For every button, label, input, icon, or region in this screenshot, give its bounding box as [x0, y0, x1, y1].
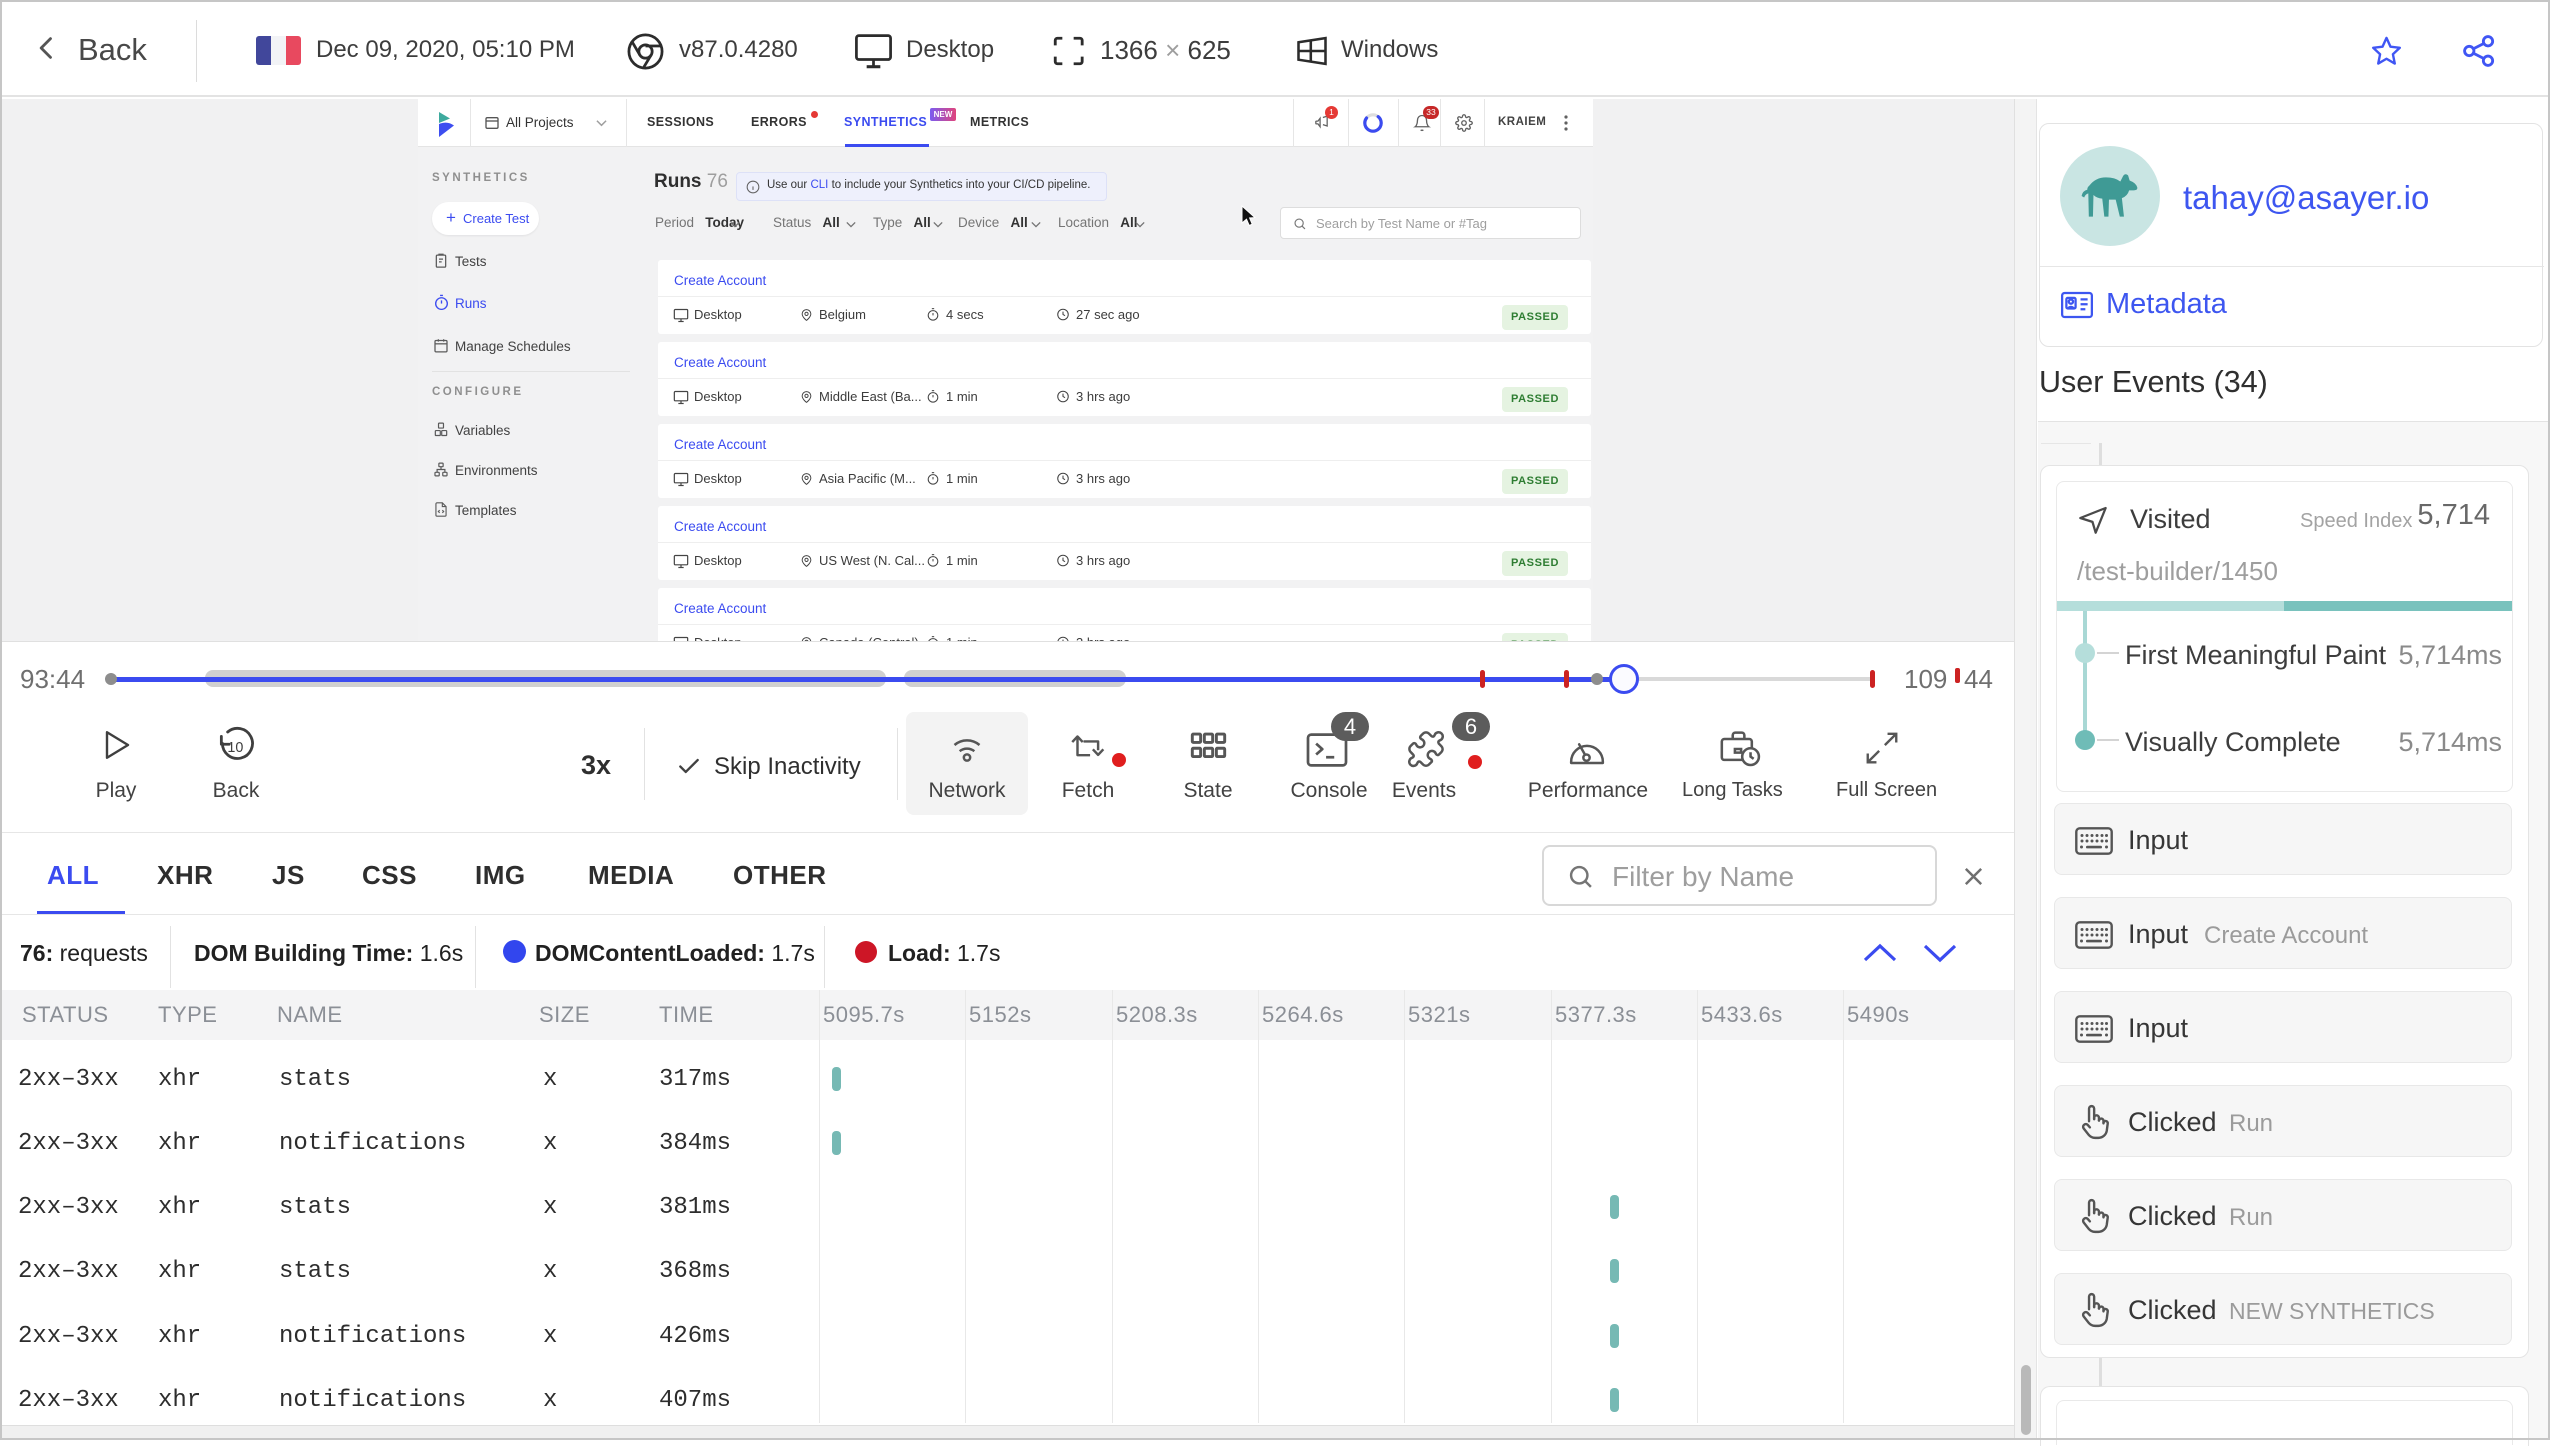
svg-text:10: 10 — [227, 740, 243, 756]
